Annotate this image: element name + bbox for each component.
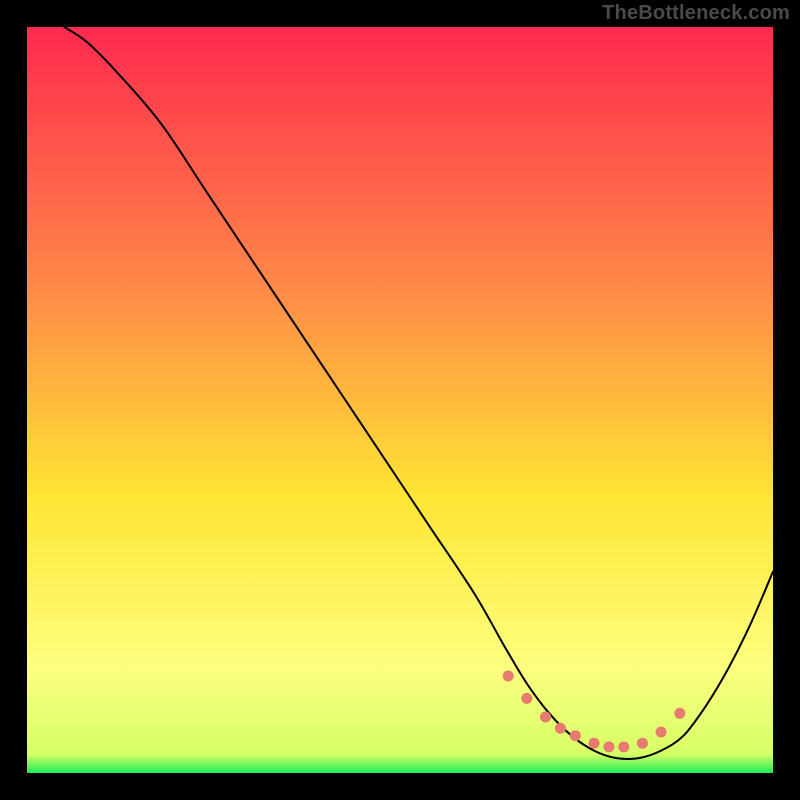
highlight-dot <box>589 738 600 749</box>
highlight-dot <box>570 730 581 741</box>
highlight-dot <box>637 738 648 749</box>
highlight-dot <box>540 712 551 723</box>
plot-area <box>27 27 773 773</box>
watermark-text: TheBottleneck.com <box>602 2 790 25</box>
highlight-dot <box>603 741 614 752</box>
highlight-dot <box>555 723 566 734</box>
chart-frame: TheBottleneck.com <box>0 0 800 800</box>
highlight-dot <box>618 741 629 752</box>
highlight-dot <box>521 693 532 704</box>
highlight-dot <box>503 671 514 682</box>
plot-svg <box>27 27 773 773</box>
gradient-background <box>27 27 773 773</box>
highlight-dot <box>656 727 667 738</box>
highlight-dot <box>674 708 685 719</box>
